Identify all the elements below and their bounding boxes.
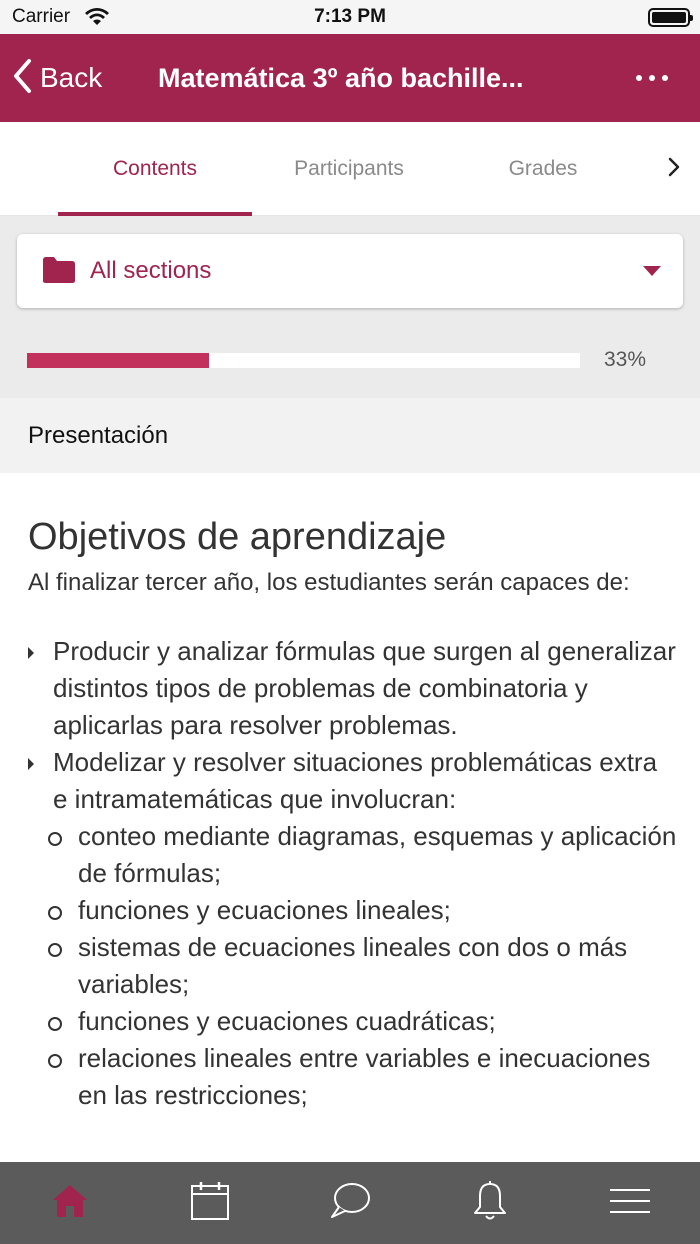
menu-icon xyxy=(610,1188,650,1219)
objectives-list: Producir y analizar fórmulas que surgen … xyxy=(28,633,678,1114)
section-header[interactable]: Presentación xyxy=(0,398,700,473)
notifications-icon xyxy=(472,1180,508,1226)
tab-contents[interactable]: Contents xyxy=(58,122,252,216)
list-item: Modelizar y resolver situaciones problem… xyxy=(28,744,678,1114)
section-title: Presentación xyxy=(28,422,169,449)
tab-grades[interactable]: Grades xyxy=(446,122,640,216)
tabs-next-button[interactable] xyxy=(668,122,680,216)
battery-icon xyxy=(648,8,693,27)
section-selector-label: All sections xyxy=(90,257,212,284)
page-title: Matemática 3º año bachille... xyxy=(158,63,524,93)
sub-list: conteo mediante diagramas, esquemas y ap… xyxy=(28,818,678,1114)
caret-down-icon xyxy=(643,266,661,276)
sub-list-item: funciones y ecuaciones lineales; xyxy=(28,892,678,929)
tab-calendar[interactable] xyxy=(140,1162,280,1244)
more-dot-icon xyxy=(649,75,655,81)
course-progress-fill xyxy=(27,353,210,368)
content-heading: Objetivos de aprendizaje xyxy=(28,516,447,558)
list-item-text: Producir y analizar fórmulas que surgen … xyxy=(53,636,676,740)
messages-icon xyxy=(328,1181,372,1226)
chevron-left-icon xyxy=(12,58,32,99)
navigation-bar: Back Matemática 3º año bachille... xyxy=(0,34,700,122)
course-progress-label: 33% xyxy=(604,348,647,371)
more-dot-icon xyxy=(636,75,642,81)
sub-list-item: funciones y ecuaciones cuadráticas; xyxy=(28,1003,678,1040)
home-icon xyxy=(51,1182,89,1225)
chevron-right-icon xyxy=(668,157,680,182)
sub-list-item: conteo mediante diagramas, esquemas y ap… xyxy=(28,818,678,892)
calendar-icon xyxy=(190,1181,230,1226)
section-selector[interactable]: All sections xyxy=(17,234,683,308)
list-item: Producir y analizar fórmulas que surgen … xyxy=(28,633,678,744)
course-progress-bar xyxy=(27,353,580,368)
tab-messages[interactable] xyxy=(280,1162,420,1244)
more-dot-icon xyxy=(662,75,668,81)
course-tabs: Contents Participants Grades xyxy=(0,122,700,216)
back-button[interactable]: Back xyxy=(12,34,102,122)
more-options-button[interactable] xyxy=(636,34,668,122)
tab-menu[interactable] xyxy=(560,1162,700,1244)
content-intro: Al finalizar tercer año, los estudiantes… xyxy=(28,569,630,596)
tab-home[interactable] xyxy=(0,1162,140,1244)
tab-participants[interactable]: Participants xyxy=(252,122,446,216)
bottom-tab-bar xyxy=(0,1162,700,1244)
tab-notifications[interactable] xyxy=(420,1162,560,1244)
section-content: Objetivos de aprendizaje Al finalizar te… xyxy=(28,473,678,1163)
clock: 7:13 PM xyxy=(314,6,386,27)
sub-list-item: sistemas de ecuaciones lineales con dos … xyxy=(28,929,678,1003)
status-bar: Carrier 7:13 PM xyxy=(0,0,700,34)
sub-list-item: relaciones lineales entre variables e in… xyxy=(28,1040,678,1114)
folder-icon xyxy=(41,256,77,289)
back-label: Back xyxy=(40,62,103,93)
list-item-text: Modelizar y resolver situaciones problem… xyxy=(53,747,658,814)
